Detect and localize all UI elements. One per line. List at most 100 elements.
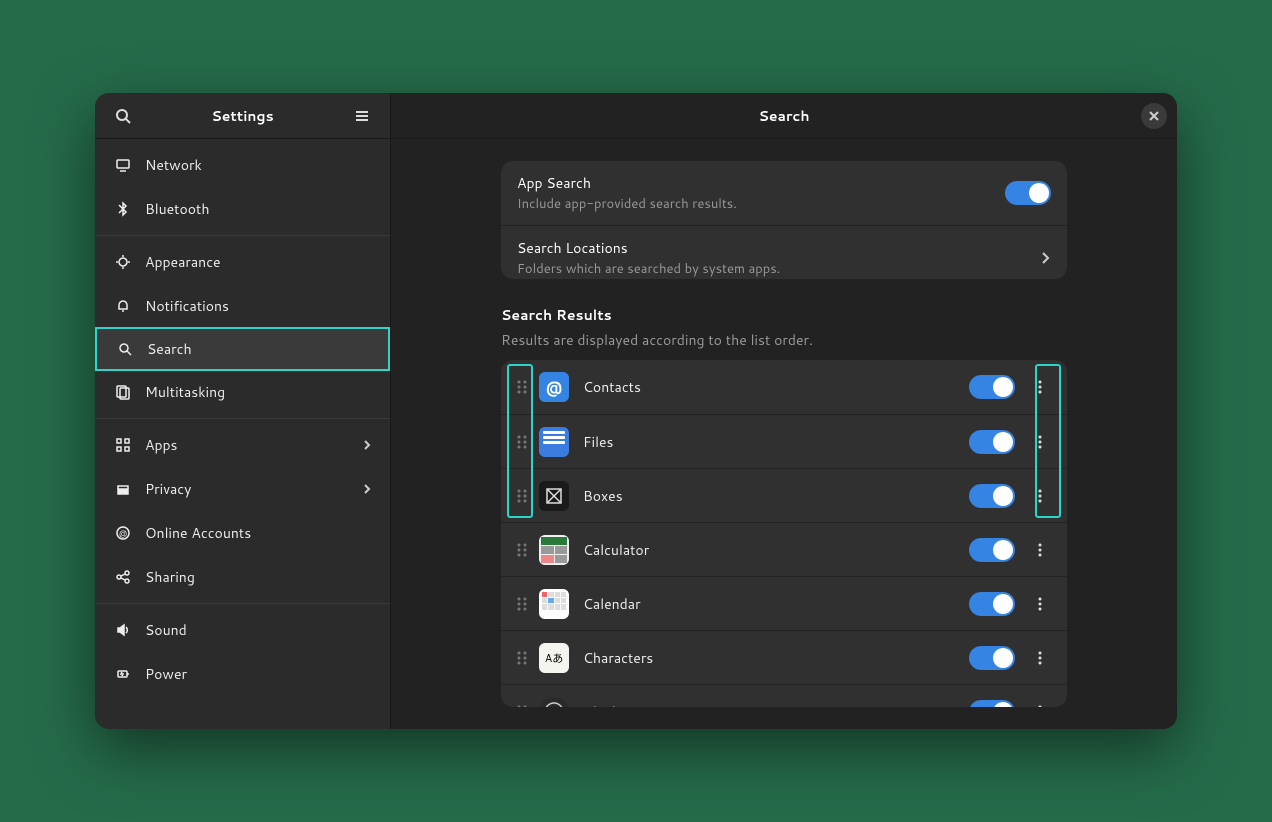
more-options-button[interactable] [1023, 533, 1057, 567]
app-search-toggle[interactable] [1005, 181, 1051, 205]
result-toggle[interactable] [969, 646, 1015, 670]
app-search-title: App Search [517, 173, 1005, 193]
app-search-row[interactable]: App Search Include app-provided search r… [501, 161, 1067, 225]
sidebar: Settings Network Bluetooth Appearance Notif… [95, 93, 391, 729]
results-list: @ Contacts Files Boxes Calculator Calendar Aあ C… [501, 360, 1067, 707]
content-area: App Search Include app-provided search r… [391, 139, 1177, 729]
sidebar-header: Settings [95, 93, 390, 139]
result-toggle[interactable] [969, 375, 1015, 399]
characters-app-icon: Aあ [539, 643, 569, 673]
sidebar-item-privacy[interactable]: Privacy [95, 467, 390, 511]
sidebar-item-label: Network [145, 155, 372, 175]
search-locations-subtitle: Folders which are searched by system app… [517, 260, 1039, 278]
sidebar-item-apps[interactable]: Apps [95, 423, 390, 467]
sidebar-item-sound[interactable]: Sound [95, 608, 390, 652]
result-row-files: Files [501, 414, 1067, 468]
results-title: Search Results [501, 305, 1067, 325]
top-settings-card: App Search Include app-provided search r… [501, 161, 1067, 279]
more-options-button[interactable] [1023, 587, 1057, 621]
more-options-button[interactable] [1023, 695, 1057, 707]
result-toggle[interactable] [969, 700, 1015, 707]
sidebar-item-label: Multitasking [145, 382, 372, 402]
power-icon [113, 664, 133, 684]
sidebar-item-label: Sharing [145, 567, 372, 587]
appearance-icon [113, 252, 133, 272]
result-row-calendar: Calendar [501, 576, 1067, 630]
result-row-calculator: Calculator [501, 522, 1067, 576]
settings-window: Settings Network Bluetooth Appearance Notif… [95, 93, 1177, 729]
sidebar-item-appearance[interactable]: Appearance [95, 240, 390, 284]
sidebar-item-label: Search [147, 339, 370, 359]
sidebar-item-label: Privacy [145, 479, 362, 499]
sidebar-item-online-accounts[interactable]: @ Online Accounts [95, 511, 390, 555]
more-options-button[interactable] [1023, 425, 1057, 459]
result-toggle[interactable] [969, 592, 1015, 616]
apps-icon [113, 435, 133, 455]
drag-handle-icon[interactable] [511, 485, 533, 507]
sidebar-item-sharing[interactable]: Sharing [95, 555, 390, 599]
bluetooth-icon [113, 199, 133, 219]
close-button[interactable] [1141, 103, 1167, 129]
result-label: Clocks [583, 702, 969, 707]
sidebar-search-button[interactable] [107, 100, 139, 132]
contacts-app-icon: @ [539, 372, 569, 402]
sidebar-separator [95, 418, 390, 419]
drag-handle-icon[interactable] [511, 701, 533, 707]
close-icon [1149, 111, 1159, 121]
main-panel: Search App Search Include app-provided s… [391, 93, 1177, 729]
calculator-app-icon [539, 535, 569, 565]
sidebar-item-multitasking[interactable]: Multitasking [95, 370, 390, 414]
clocks-app-icon [539, 697, 569, 707]
more-options-button[interactable] [1023, 641, 1057, 675]
sidebar-item-bluetooth[interactable]: Bluetooth [95, 187, 390, 231]
sidebar-item-network[interactable]: Network [95, 143, 390, 187]
search-locations-row[interactable]: Search Locations Folders which are searc… [501, 225, 1067, 279]
files-app-icon [539, 427, 569, 457]
result-toggle[interactable] [969, 538, 1015, 562]
privacy-icon [113, 479, 133, 499]
calendar-app-icon [539, 589, 569, 619]
multitasking-icon [113, 382, 133, 402]
result-label: Contacts [583, 377, 969, 397]
drag-handle-icon[interactable] [511, 647, 533, 669]
svg-text:@: @ [119, 527, 127, 539]
online-accounts-icon: @ [113, 523, 133, 543]
sidebar-item-label: Online Accounts [145, 523, 372, 543]
sidebar-item-label: Bluetooth [145, 199, 372, 219]
result-toggle[interactable] [969, 484, 1015, 508]
result-label: Boxes [583, 486, 969, 506]
results-subtitle: Results are displayed according to the l… [501, 330, 1067, 350]
sidebar-separator [95, 603, 390, 604]
result-label: Characters [583, 648, 969, 668]
chevron-right-icon [1039, 252, 1051, 264]
more-options-button[interactable] [1023, 370, 1057, 404]
sidebar-item-label: Sound [145, 620, 372, 640]
page-title: Search [758, 106, 809, 126]
app-search-subtitle: Include app-provided search results. [517, 195, 1005, 213]
hamburger-menu-button[interactable] [346, 100, 378, 132]
search-locations-title: Search Locations [517, 238, 1039, 258]
result-row-contacts: @ Contacts [501, 360, 1067, 414]
sidebar-list: Network Bluetooth Appearance Notifications S… [95, 139, 390, 729]
sidebar-item-search[interactable]: Search [95, 327, 390, 371]
result-toggle[interactable] [969, 430, 1015, 454]
drag-handle-icon[interactable] [511, 376, 533, 398]
result-label: Calendar [583, 594, 969, 614]
search-icon [115, 108, 131, 124]
hamburger-icon [354, 108, 370, 124]
drag-handle-icon[interactable] [511, 539, 533, 561]
sidebar-item-notifications[interactable]: Notifications [95, 284, 390, 328]
more-options-button[interactable] [1023, 479, 1057, 513]
search-results-heading: Search Results Results are displayed acc… [501, 305, 1067, 350]
sidebar-item-power[interactable]: Power [95, 652, 390, 696]
result-row-characters: Aあ Characters [501, 630, 1067, 684]
notifications-icon [113, 296, 133, 316]
drag-handle-icon[interactable] [511, 431, 533, 453]
drag-handle-icon[interactable] [511, 593, 533, 615]
result-label: Calculator [583, 540, 969, 560]
boxes-app-icon [539, 481, 569, 511]
result-row-clocks: Clocks [501, 684, 1067, 707]
sidebar-item-label: Appearance [145, 252, 372, 272]
result-row-boxes: Boxes [501, 468, 1067, 522]
result-label: Files [583, 432, 969, 452]
